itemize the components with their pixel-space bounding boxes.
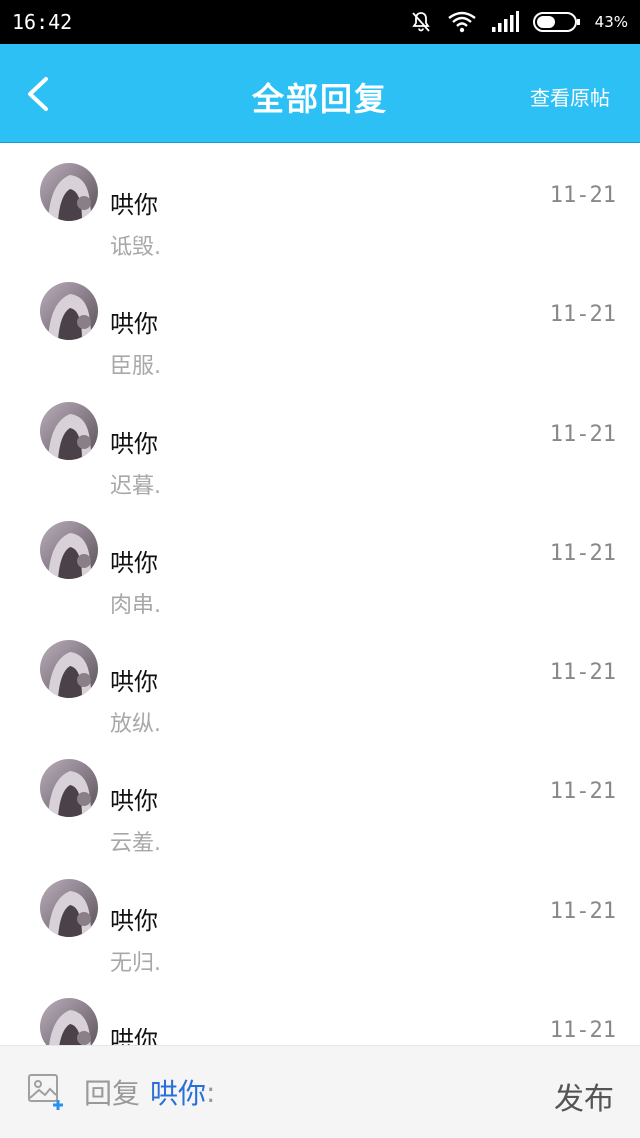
- status-time: 16:42: [12, 10, 73, 34]
- publish-button[interactable]: 发布: [554, 1074, 614, 1118]
- avatar[interactable]: [40, 401, 98, 460]
- avatar[interactable]: [40, 998, 98, 1045]
- reply-date: 11-21: [549, 421, 616, 447]
- add-image-icon: [28, 1074, 63, 1110]
- reply-row[interactable]: 哄你 肉串. 11-21: [0, 501, 640, 620]
- reply-row[interactable]: 哄你 诋毁. 11-21: [0, 143, 640, 262]
- avatar[interactable]: [40, 163, 98, 221]
- reply-user-name[interactable]: 哄你: [110, 424, 158, 459]
- reply-input[interactable]: 回复 哄你 :: [84, 1068, 504, 1116]
- signal-icon: [491, 11, 519, 32]
- reply-text: 迟暮.: [110, 473, 161, 499]
- reply-row[interactable]: 哄你 放纵. 11-21: [0, 620, 640, 739]
- reply-date: 11-21: [549, 898, 616, 924]
- reply-date: 11-21: [549, 1018, 616, 1044]
- reply-row[interactable]: 哄你 臣服. 11-21: [0, 262, 640, 381]
- reply-text: 诋毁.: [110, 235, 161, 260]
- reply-user-name[interactable]: 哄你: [110, 781, 158, 816]
- add-image-button[interactable]: [26, 1072, 66, 1112]
- title-bar: 全部回复 查看原帖: [0, 44, 640, 143]
- reply-row[interactable]: 哄你 云羞. 11-21: [0, 739, 640, 858]
- avatar[interactable]: [40, 640, 98, 699]
- battery-icon: [532, 12, 580, 32]
- reply-date: 11-21: [549, 302, 616, 328]
- avatar[interactable]: [40, 878, 98, 937]
- reply-row[interactable]: 哄你 11-21: [0, 978, 640, 1045]
- reply-date: 11-21: [549, 540, 616, 566]
- reply-user-name[interactable]: 哄你: [110, 304, 158, 339]
- avatar[interactable]: [40, 282, 98, 341]
- reply-list[interactable]: 哄你 诋毁. 11-21 哄你 臣服. 11-21 哄你 迟暮. 11-21 哄…: [0, 143, 640, 1045]
- reply-text: 肉串.: [110, 592, 161, 618]
- reply-date: 11-21: [549, 779, 616, 805]
- reply-text: 云羞.: [110, 831, 161, 857]
- reply-date: 11-21: [549, 183, 616, 208]
- reply-user-name[interactable]: 哄你: [110, 901, 158, 936]
- reply-composer: 回复 哄你 : 发布: [0, 1045, 640, 1138]
- wifi-icon: [447, 11, 476, 33]
- status-bar: 16:42 43%: [0, 0, 640, 44]
- reply-row[interactable]: 哄你 无归. 11-21: [0, 859, 640, 978]
- reply-user-name[interactable]: 哄你: [110, 1020, 158, 1045]
- reply-row[interactable]: 哄你 迟暮. 11-21: [0, 382, 640, 501]
- reply-text: 臣服.: [110, 354, 161, 380]
- reply-prefix: 回复: [84, 1077, 141, 1110]
- reply-target-name: 哄你: [150, 1077, 207, 1110]
- reply-user-name[interactable]: 哄你: [110, 543, 158, 578]
- avatar[interactable]: [40, 520, 98, 579]
- status-icons: 43%: [409, 10, 628, 34]
- reply-text: 放纵.: [110, 712, 161, 738]
- battery-percent: 43%: [594, 13, 628, 31]
- avatar[interactable]: [40, 759, 98, 818]
- reply-date: 11-21: [549, 660, 616, 686]
- reply-user-name[interactable]: 哄你: [110, 662, 158, 697]
- reply-colon: :: [206, 1075, 216, 1109]
- mute-bell-icon: [411, 12, 430, 32]
- reply-text: 无归.: [110, 950, 161, 976]
- view-original-post-button[interactable]: 查看原帖: [530, 82, 610, 111]
- reply-user-name[interactable]: 哄你: [110, 185, 158, 220]
